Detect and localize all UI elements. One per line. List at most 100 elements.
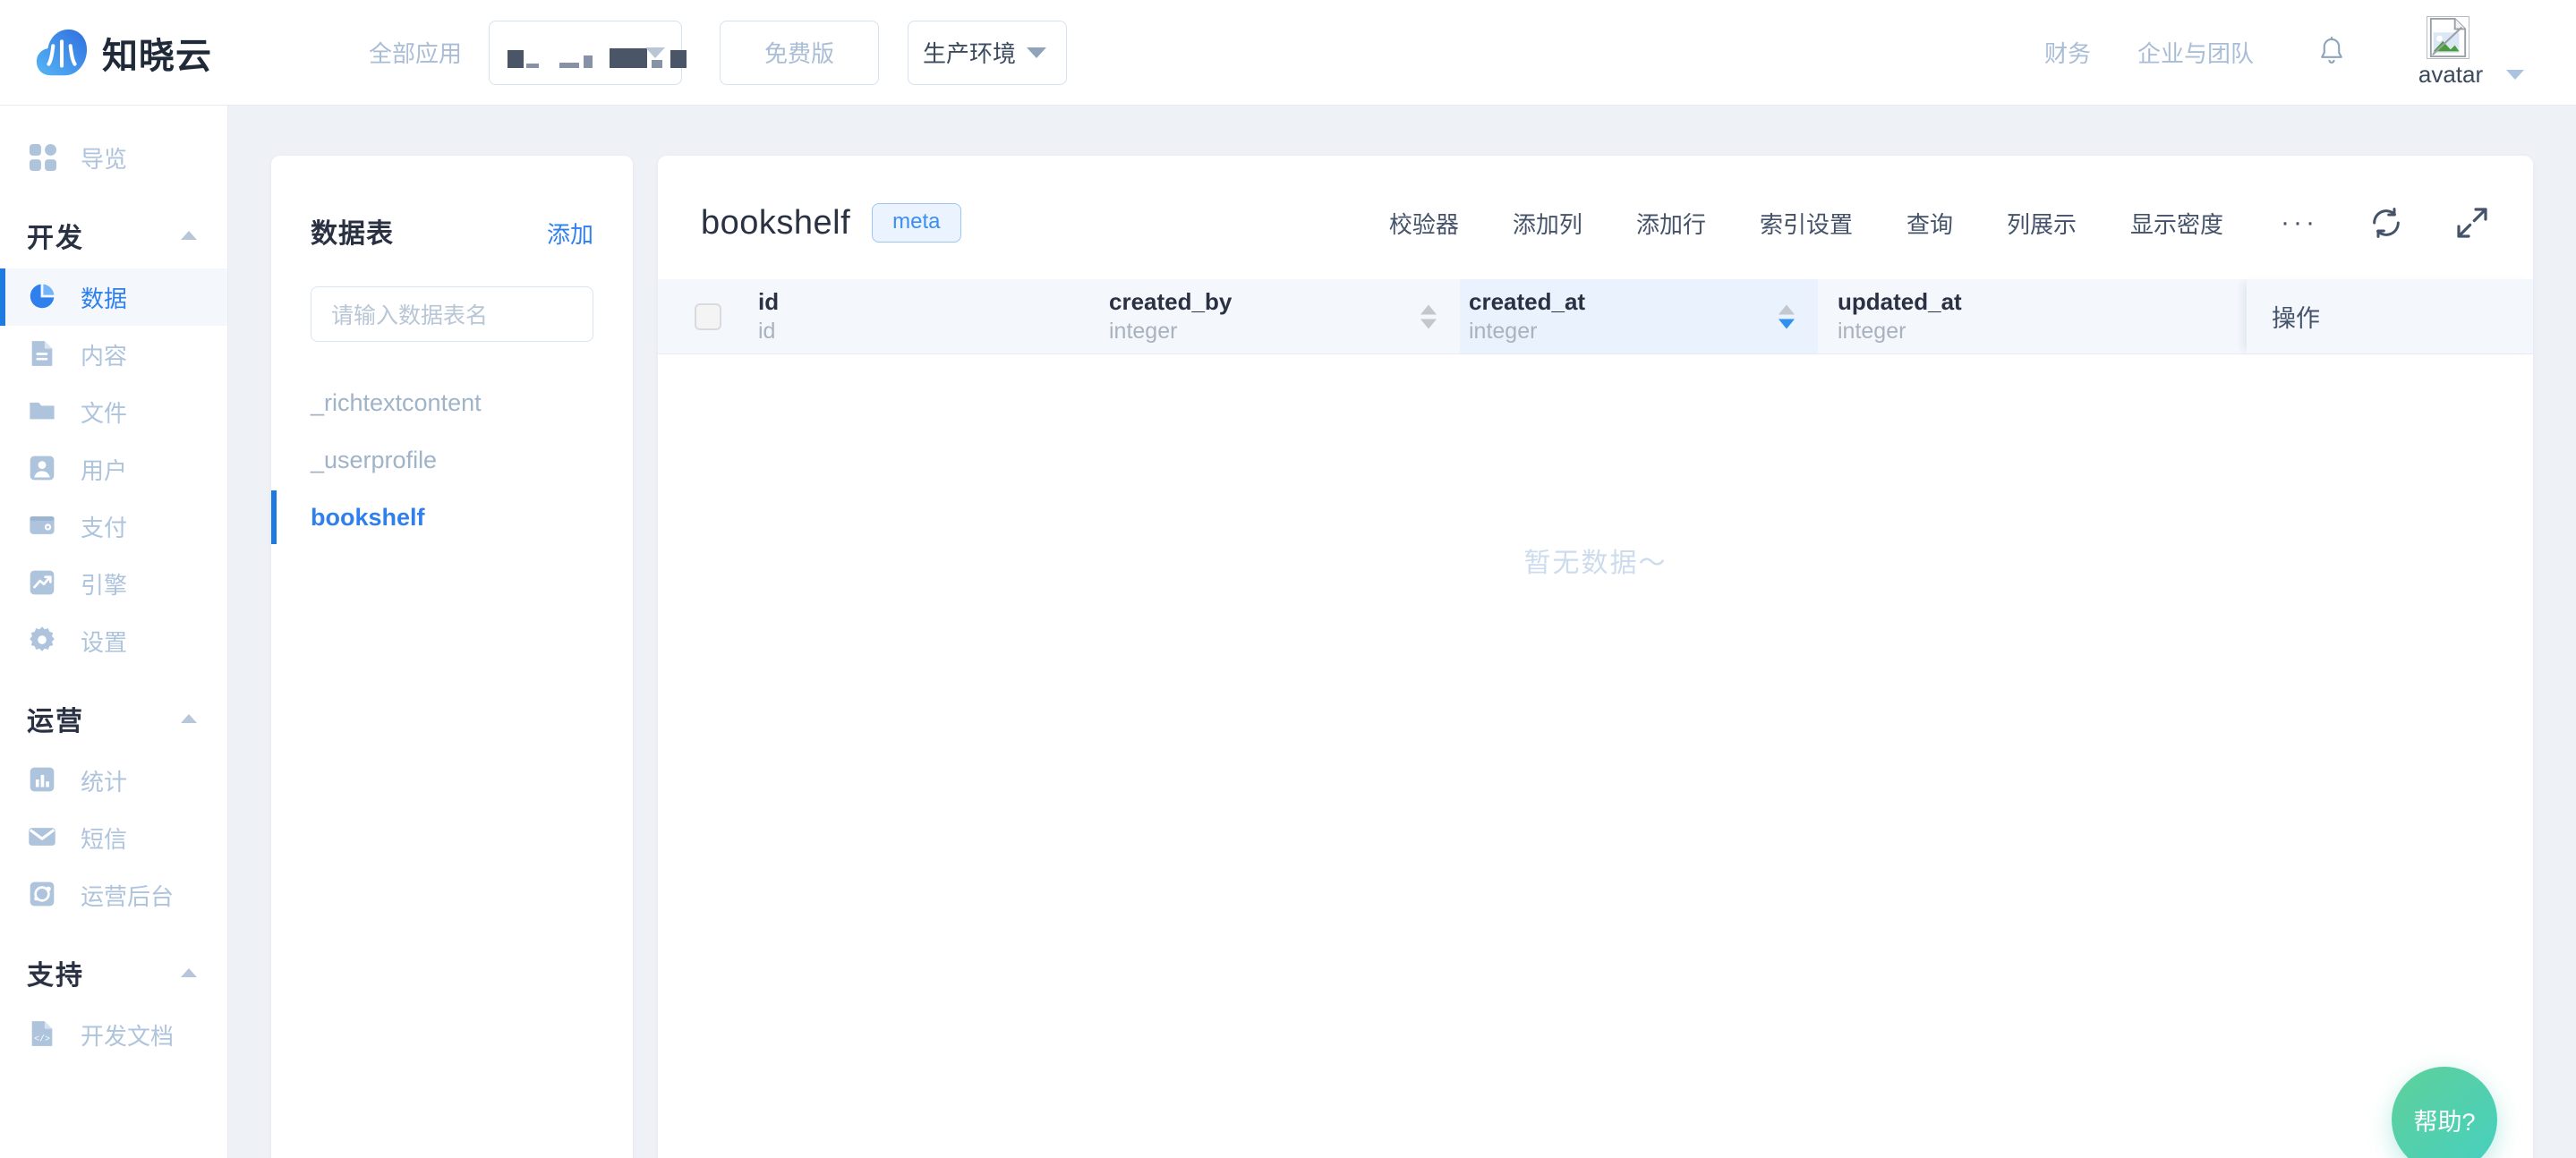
caret-up-icon[interactable] xyxy=(181,231,197,240)
plan-badge[interactable]: 免费版 xyxy=(720,20,880,85)
sidebar-item-label: 导览 xyxy=(81,145,128,173)
page-title: bookshelf xyxy=(701,203,851,242)
nav-finance[interactable]: 财务 xyxy=(2044,36,2091,69)
pie-chart-icon xyxy=(27,281,59,313)
main-content: 数据表 添加 请输入数据表名 _richtextcontent _userpro… xyxy=(228,106,2576,1158)
notification-bell-icon[interactable] xyxy=(2316,36,2347,70)
column-header-created-at[interactable]: created_at integer xyxy=(1460,279,1818,353)
broken-image-icon xyxy=(2427,16,2469,59)
status-badge: meta xyxy=(872,202,961,243)
code-file-icon: </> xyxy=(27,1018,59,1051)
column-display-button[interactable]: 列展示 xyxy=(2007,207,2077,240)
table-list: _richtextcontent _userprofile bookshelf xyxy=(271,374,633,546)
table-search-input[interactable]: 请输入数据表名 xyxy=(311,286,593,342)
all-apps-label[interactable]: 全部应用 xyxy=(369,36,462,69)
add-column-button[interactable]: 添加列 xyxy=(1513,207,1582,240)
column-type: id xyxy=(758,318,776,344)
sidebar-item-label: 支付 xyxy=(81,514,128,541)
sort-asc-icon xyxy=(1420,304,1437,314)
sidebar-item-label: 短信 xyxy=(81,825,128,853)
wallet-icon xyxy=(27,510,59,542)
sidebar-item-payment[interactable]: 支付 xyxy=(0,498,227,555)
svg-text:</>: </> xyxy=(34,1035,50,1044)
expand-icon[interactable] xyxy=(2454,205,2490,241)
add-table-button[interactable]: 添加 xyxy=(547,217,593,250)
sidebar-item-label: 用户 xyxy=(81,456,128,484)
add-row-button[interactable]: 添加行 xyxy=(1636,207,1706,240)
sidebar-item-ops-console[interactable]: 运营后台 xyxy=(0,866,227,924)
sidebar-section-support[interactable]: 支持 xyxy=(0,940,227,1006)
sidebar-item-overview[interactable]: 导览 xyxy=(0,129,227,186)
gear-icon xyxy=(27,625,59,657)
top-bar: 知晓云 全部应用 免费版 生产环境 财务 企业与团队 avatar xyxy=(0,0,2576,106)
sidebar-item-label: 内容 xyxy=(81,342,128,370)
dashboard-icon xyxy=(27,879,59,911)
chevron-down-icon xyxy=(2506,70,2525,80)
nav-enterprise-team[interactable]: 企业与团队 xyxy=(2137,36,2254,69)
sidebar-item-engine[interactable]: 引擎 xyxy=(0,555,227,612)
table-name: _userprofile xyxy=(311,446,438,473)
environment-selector[interactable]: 生产环境 xyxy=(908,20,1068,85)
envelope-icon xyxy=(27,822,59,854)
sidebar-item-settings[interactable]: 设置 xyxy=(0,612,227,669)
user-name: avatar xyxy=(2418,61,2484,88)
app-root: 知晓云 全部应用 免费版 生产环境 财务 企业与团队 avatar 导览 开发 … xyxy=(0,0,2576,1158)
sidebar-section-dev[interactable]: 开发 xyxy=(0,202,227,268)
sidebar-item-label: 引擎 xyxy=(81,571,128,599)
sort-toggle[interactable] xyxy=(1420,304,1437,328)
top-nav: 财务 企业与团队 avatar xyxy=(1998,16,2576,89)
environment-label: 生产环境 xyxy=(923,40,1017,67)
select-all-checkbox[interactable] xyxy=(658,279,758,353)
sidebar-item-statistics[interactable]: 统计 xyxy=(0,752,227,809)
sidebar-section-title: 开发 xyxy=(27,224,84,253)
sidebar-item-label: 运营后台 xyxy=(81,882,175,910)
table-list-item-bookshelf[interactable]: bookshelf xyxy=(271,489,633,546)
sidebar-item-dev-docs[interactable]: </> 开发文档 xyxy=(0,1006,227,1063)
query-button[interactable]: 查询 xyxy=(1906,207,1953,240)
brand-name: 知晓云 xyxy=(102,36,212,76)
column-header-created-by[interactable]: created_by integer xyxy=(1109,279,1460,353)
column-header-id[interactable]: id id xyxy=(758,279,1109,353)
tables-panel: 数据表 添加 请输入数据表名 _richtextcontent _userpro… xyxy=(271,156,633,1158)
more-options-button[interactable]: ··· xyxy=(2281,209,2318,236)
grid-icon xyxy=(27,141,59,174)
validator-button[interactable]: 校验器 xyxy=(1389,207,1459,240)
folder-icon xyxy=(27,396,59,428)
refresh-icon[interactable] xyxy=(2368,205,2404,241)
sidebar-item-sms[interactable]: 短信 xyxy=(0,809,227,866)
sort-toggle[interactable] xyxy=(1778,304,1795,328)
sidebar-item-files[interactable]: 文件 xyxy=(0,383,227,440)
help-fab-label: 帮助? xyxy=(2413,1108,2476,1136)
caret-up-icon[interactable] xyxy=(181,968,197,977)
document-icon xyxy=(27,338,59,370)
column-header-action: 操作 xyxy=(2247,279,2533,353)
trending-up-icon xyxy=(27,567,59,600)
sidebar-section-title: 运营 xyxy=(27,707,84,737)
table-list-item-userprofile[interactable]: _userprofile xyxy=(271,431,633,489)
app-selector[interactable] xyxy=(489,20,687,85)
sort-asc-icon xyxy=(1778,304,1795,314)
column-type: integer xyxy=(1838,318,1906,344)
index-settings-button[interactable]: 索引设置 xyxy=(1760,207,1853,240)
caret-up-icon[interactable] xyxy=(181,714,197,723)
sidebar-section-ops[interactable]: 运营 xyxy=(0,685,227,752)
column-type: integer xyxy=(1109,318,1178,344)
sidebar-item-label: 统计 xyxy=(81,768,128,796)
tables-panel-title: 数据表 xyxy=(311,219,394,249)
sort-desc-icon xyxy=(1778,319,1795,328)
chevron-down-icon xyxy=(645,47,666,58)
table-list-item-richtextcontent[interactable]: _richtextcontent xyxy=(271,374,633,431)
table-detail-panel: bookshelf meta 校验器 添加列 添加行 索引设置 查询 列展示 显… xyxy=(658,156,2533,1158)
sidebar-item-users[interactable]: 用户 xyxy=(0,440,227,498)
sidebar-item-label: 开发文档 xyxy=(81,1022,175,1050)
user-menu[interactable]: avatar xyxy=(2404,16,2538,89)
sidebar-item-data[interactable]: 数据 xyxy=(0,268,227,326)
bar-chart-icon xyxy=(27,764,59,796)
sidebar-item-label: 数据 xyxy=(81,285,128,312)
display-density-button[interactable]: 显示密度 xyxy=(2130,207,2223,240)
sidebar-item-content[interactable]: 内容 xyxy=(0,326,227,383)
brand[interactable]: 知晓云 xyxy=(34,25,233,81)
column-header-updated-at[interactable]: updated_at integer xyxy=(1818,279,2169,353)
sidebar-item-label: 文件 xyxy=(81,399,128,427)
sidebar-item-label: 设置 xyxy=(81,628,128,656)
